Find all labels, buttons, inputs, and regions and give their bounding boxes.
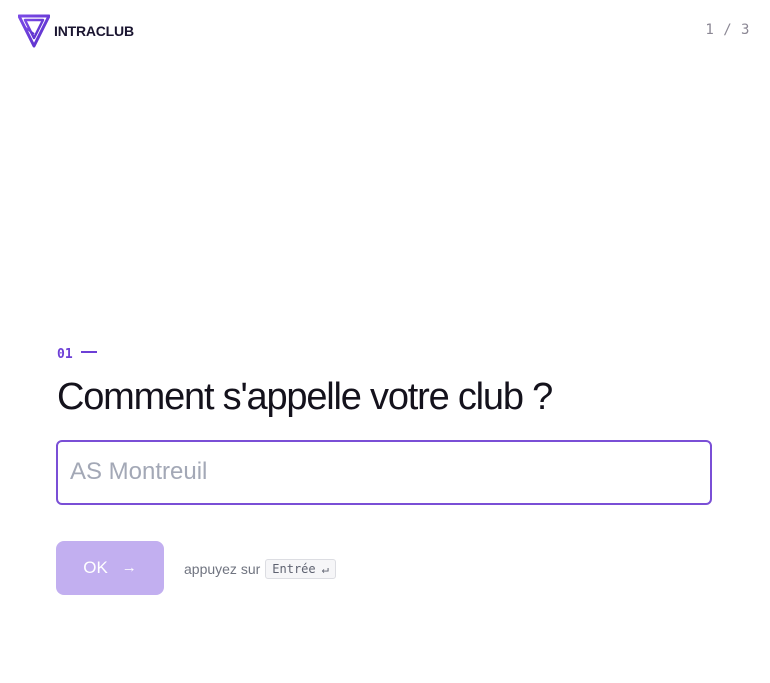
question-block: 01 Comment s'appelle votre club ? OK → a… <box>56 345 712 595</box>
return-icon: ↵ <box>321 561 329 576</box>
question-number: 01 <box>57 346 73 362</box>
question-number-dash <box>80 351 97 353</box>
question-actions: OK → appuyez sur Entrée ↵ <box>56 540 712 595</box>
intraclub-logo-icon <box>18 14 50 48</box>
enter-hint-text: appuyez sur <box>184 560 261 577</box>
club-name-input[interactable] <box>56 439 712 505</box>
ok-button[interactable]: OK → <box>56 540 164 595</box>
step-counter: 1 / 3 <box>705 22 750 38</box>
enter-hint: appuyez sur Entrée ↵ <box>184 558 336 579</box>
arrow-right-icon: → <box>121 559 137 577</box>
enter-key-badge: Entrée ↵ <box>265 558 336 579</box>
question-number-row: 01 <box>56 345 712 363</box>
ok-button-label: OK <box>83 557 108 577</box>
enter-key-label: Entrée <box>272 561 316 576</box>
onboarding-page: INTRACLUB 1 / 3 01 Comment s'appelle vot… <box>0 0 770 683</box>
question-title: Comment s'appelle votre club ? <box>57 376 553 418</box>
brand-name: INTRACLUB <box>54 23 134 39</box>
brand-logo[interactable]: INTRACLUB <box>18 14 134 48</box>
